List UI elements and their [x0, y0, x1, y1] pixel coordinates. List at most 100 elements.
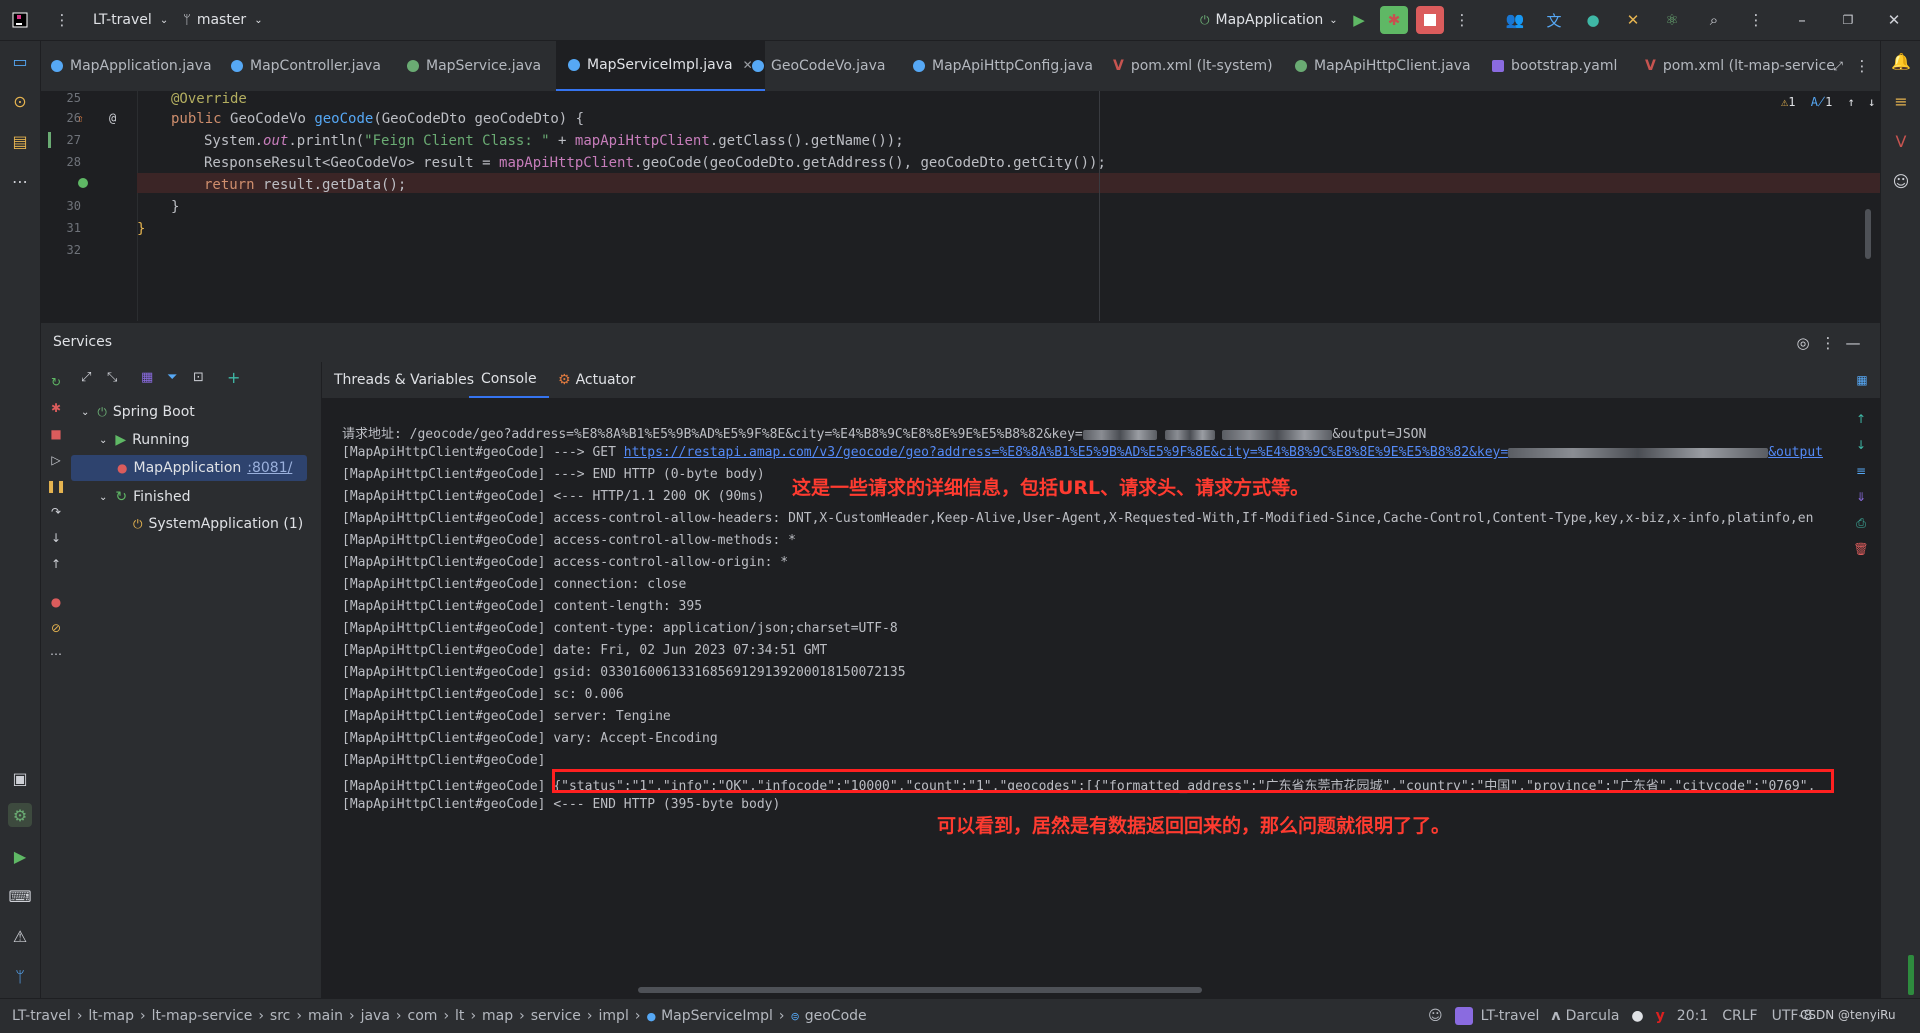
tree-mapapplication[interactable]: ● MapApplication :8081/: [71, 455, 307, 481]
ai-assistant-icon[interactable]: ⚛: [1662, 10, 1682, 30]
breadcrumb-item[interactable]: MapServiceImpl: [661, 1008, 773, 1024]
breadcrumb-item[interactable]: java: [361, 1008, 390, 1024]
code-with-me-icon[interactable]: 👥: [1505, 10, 1525, 30]
breadcrumb-item[interactable]: LT-travel: [12, 1008, 71, 1024]
breadcrumb-item[interactable]: main: [308, 1008, 343, 1024]
services-icon[interactable]: ⚙: [8, 803, 32, 827]
restore-icon[interactable]: ❐: [1838, 10, 1858, 30]
next-highlight-icon[interactable]: ↓: [1868, 95, 1875, 109]
breadcrumb-item[interactable]: com: [408, 1008, 438, 1024]
scroll-to-end-icon[interactable]: ⇓: [1853, 489, 1869, 505]
step-over-icon[interactable]: ↷: [48, 504, 64, 520]
tree-spring-boot[interactable]: ⌄ ⏻ Spring Boot: [81, 400, 195, 424]
build-tools-icon[interactable]: ✕: [1623, 10, 1643, 30]
run-icon[interactable]: ▶: [1349, 10, 1369, 30]
terminal-icon[interactable]: ⌨: [8, 884, 32, 908]
close-icon[interactable]: ✕: [1884, 10, 1904, 30]
translate-icon[interactable]: 文: [1544, 10, 1564, 30]
status-circle-icon[interactable]: ●: [1631, 1008, 1643, 1024]
breakpoint-verified-icon[interactable]: [78, 178, 88, 188]
branch-selector[interactable]: ᛘ master ⌄: [183, 0, 263, 40]
soft-wrap-icon[interactable]: ≡: [1853, 463, 1869, 479]
breadcrumb-item[interactable]: lt-map: [88, 1008, 134, 1024]
status-position[interactable]: 20:1: [1677, 1008, 1708, 1024]
resume-icon[interactable]: ▷: [48, 452, 64, 468]
search-icon[interactable]: ⌕: [1704, 10, 1724, 30]
tab-mapapihttpclient[interactable]: MapApiHttpClient.java: [1295, 41, 1471, 91]
editor-scrollbar[interactable]: [1865, 209, 1871, 259]
breadcrumb-item[interactable]: src: [270, 1008, 290, 1024]
pause-icon[interactable]: ❚❚: [46, 478, 66, 494]
tab-mapcontroller[interactable]: MapController.java: [231, 41, 381, 91]
tab-mapserviceimpl[interactable]: MapServiceImpl.java ✕: [556, 41, 765, 91]
filter-icon[interactable]: ⏷: [167, 370, 177, 385]
options-icon[interactable]: ⋮: [1818, 333, 1838, 353]
tree-systemapplication[interactable]: ⏻ SystemApplication (1): [133, 512, 303, 536]
step-out-icon[interactable]: ↑: [48, 556, 64, 572]
port-link[interactable]: :8081/: [247, 460, 292, 476]
tab-mapapihttpconfig[interactable]: MapApiHttpConfig.java: [913, 41, 1093, 91]
prev-highlight-icon[interactable]: ↑: [1848, 95, 1855, 109]
breadcrumb-item[interactable]: impl: [599, 1008, 629, 1024]
rerun-icon[interactable]: ↻: [48, 374, 64, 390]
settings-icon[interactable]: ⋮: [1746, 10, 1766, 30]
tree-running[interactable]: ⌄ ▶ Running: [99, 428, 190, 452]
tab-bootstrap-yaml[interactable]: bootstrap.yaml: [1492, 41, 1617, 91]
breadcrumb-item[interactable]: geoCode: [805, 1008, 867, 1024]
target-icon[interactable]: ◎: [1793, 333, 1813, 353]
code-editor[interactable]: 25 26 27 28 30 31 32 ⇧ @ @Override publi…: [41, 91, 1880, 321]
tab-pom-lt-system[interactable]: Vpom.xml (lt-system): [1113, 41, 1273, 91]
run-config-selector[interactable]: ⏻ MapApplication ⌄: [1200, 0, 1338, 40]
console-text[interactable]: &output: [1768, 445, 1823, 460]
breadcrumb-item[interactable]: lt: [455, 1008, 464, 1024]
status-project[interactable]: LT-travel: [1481, 1008, 1540, 1024]
minimize-icon[interactable]: –: [1792, 10, 1812, 30]
status-line-separator[interactable]: CRLF: [1722, 1008, 1757, 1024]
tab-mapapplication[interactable]: MapApplication.java: [51, 41, 212, 91]
app-logo-icon[interactable]: [10, 10, 30, 30]
console-output[interactable]: 请求地址: /geocode/geo?address=%E8%8A%B1%E5%…: [322, 399, 1846, 995]
commit-icon[interactable]: ⊙: [8, 89, 32, 113]
step-into-icon[interactable]: ↓: [48, 530, 64, 546]
clear-all-icon[interactable]: 🗑: [1853, 541, 1869, 557]
hide-panel-icon[interactable]: —: [1843, 333, 1863, 353]
copilot-status-icon[interactable]: ☺: [1428, 1008, 1443, 1024]
scroll-down-icon[interactable]: ↓: [1853, 437, 1869, 453]
tab-mapservice[interactable]: MapService.java: [407, 41, 541, 91]
debug-icon[interactable]: ✱: [48, 400, 64, 416]
breadcrumb-item[interactable]: map: [482, 1008, 513, 1024]
plugin-status-icon[interactable]: ●: [1583, 10, 1603, 30]
expand-icon[interactable]: ⤢: [1828, 56, 1848, 76]
mute-breakpoints-icon[interactable]: ⊘: [48, 620, 64, 636]
request-url-link[interactable]: https://restapi.amap.com/v3/geocode/geo?…: [624, 445, 1508, 460]
run-tool-icon[interactable]: ▶: [8, 844, 32, 868]
annotation-marker-icon[interactable]: @: [109, 111, 116, 125]
tab-menu-icon[interactable]: ⋮: [1852, 56, 1872, 76]
implements-marker-icon[interactable]: ⇧: [77, 112, 84, 125]
layout-icon[interactable]: ▦: [1852, 370, 1872, 390]
memory-indicator[interactable]: [1908, 955, 1914, 995]
tab-actuator[interactable]: ⚙ Actuator: [558, 362, 635, 398]
copilot-icon[interactable]: ☺: [1889, 169, 1913, 193]
tab-geocodevo[interactable]: GeoCodeVo.java: [752, 41, 885, 91]
tab-console[interactable]: Console: [469, 362, 549, 398]
scroll-up-icon[interactable]: ↑: [1853, 411, 1869, 427]
collapse-all-icon[interactable]: ⤡: [107, 370, 117, 385]
more-icon[interactable]: ⋯: [48, 646, 64, 662]
bookmarks-icon[interactable]: ▣: [8, 766, 32, 790]
inspection-widget[interactable]: ⚠1 A̸1 ↑ ↓: [1781, 95, 1875, 109]
more-tools-icon[interactable]: ⋯: [8, 169, 32, 193]
status-theme[interactable]: Darcula: [1566, 1008, 1620, 1024]
project-view-icon[interactable]: ▭: [8, 49, 32, 73]
add-service-icon[interactable]: +: [227, 368, 240, 387]
notifications-icon[interactable]: 🔔: [1889, 49, 1913, 73]
breadcrumb-item[interactable]: lt-map-service: [152, 1008, 253, 1024]
print-icon[interactable]: ⎙: [1853, 515, 1869, 531]
tab-threads-variables[interactable]: Threads & Variables: [334, 362, 474, 398]
git-icon[interactable]: ᛘ: [8, 964, 32, 988]
structure-icon[interactable]: ▤: [8, 129, 32, 153]
tree-finished[interactable]: ⌄ ↻ Finished: [99, 485, 190, 509]
more-actions-icon[interactable]: ⋮: [1452, 10, 1472, 30]
database-icon[interactable]: ≡: [1889, 89, 1913, 113]
stop-button[interactable]: [1416, 6, 1444, 34]
